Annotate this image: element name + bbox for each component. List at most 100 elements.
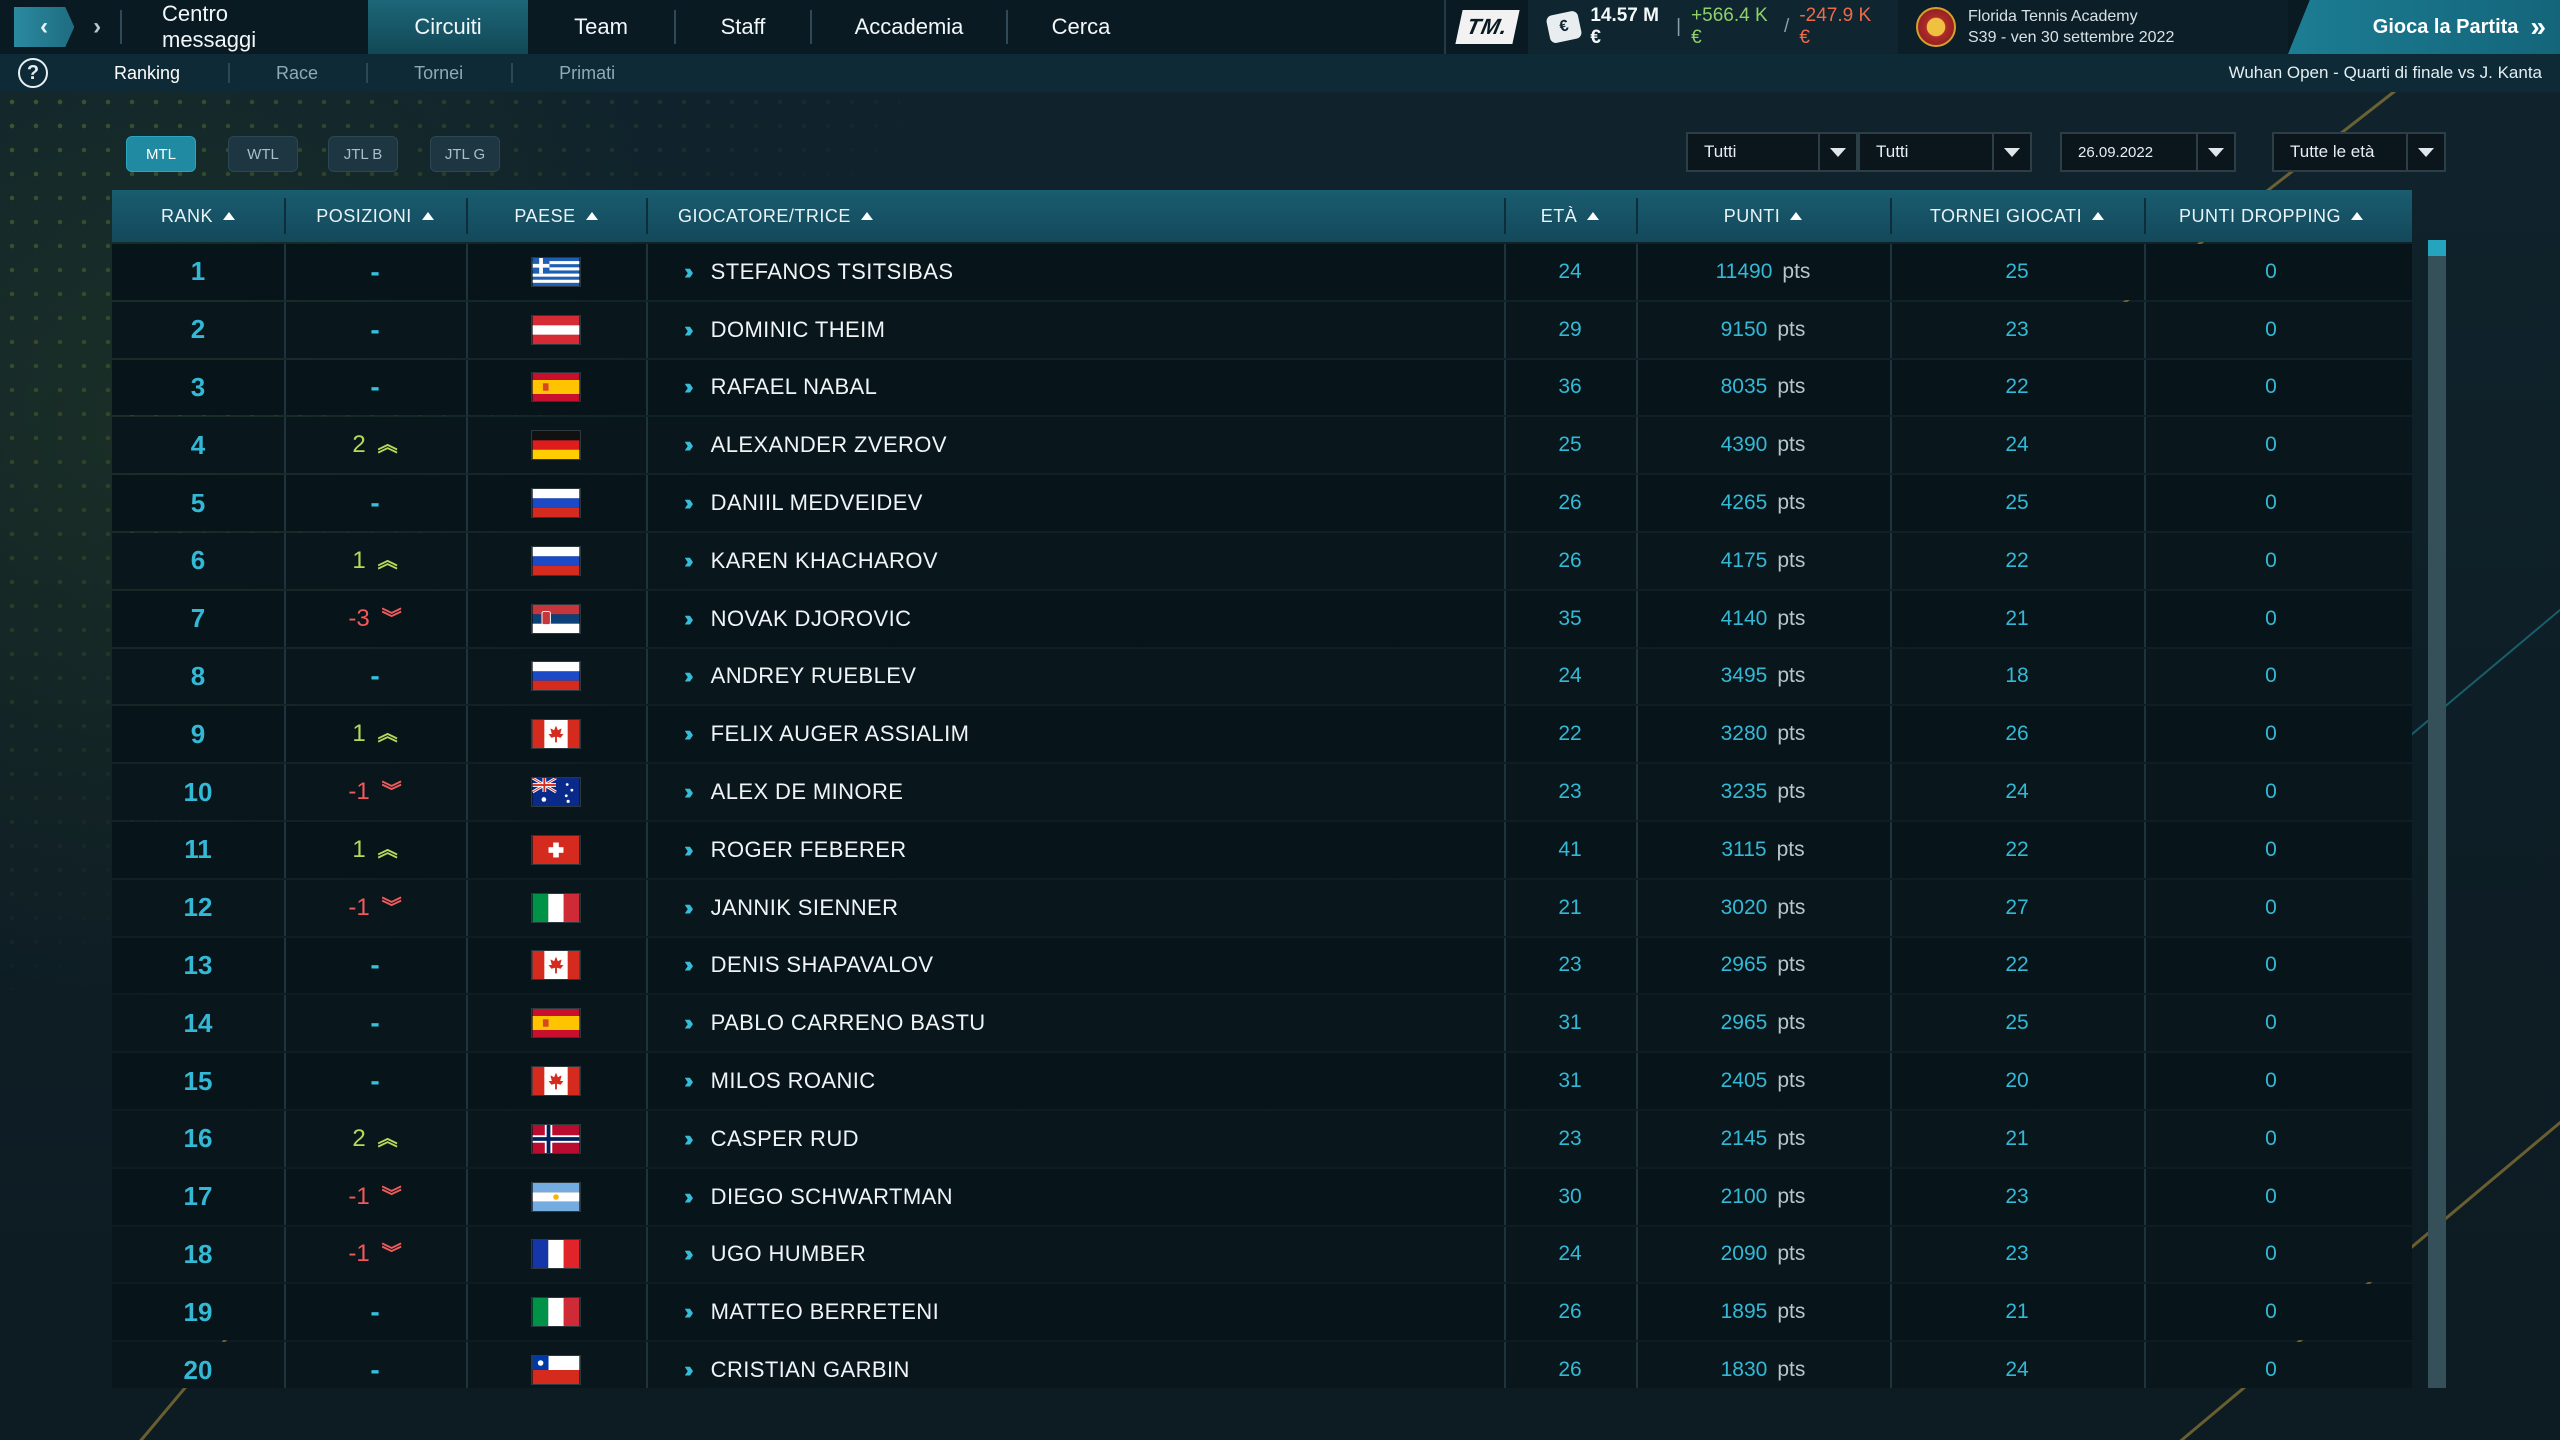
player-name[interactable]: CASPER RUD	[711, 1126, 859, 1152]
table-row[interactable]: 13 - ›› DENIS SHAPAVALOV 23 2965 pts 22 0	[112, 937, 2412, 994]
column-age[interactable]: ETÀ	[1504, 190, 1636, 242]
scrollbar-thumb[interactable]	[2428, 240, 2446, 256]
table-row[interactable]: 6 1 ︽ ›› KAREN KHACHAROV 26 4175 pts 22 0	[112, 532, 2412, 589]
player-cell[interactable]: ›› KAREN KHACHAROV	[646, 532, 1504, 589]
player-cell[interactable]: ›› MATTEO BERRETENI	[646, 1284, 1504, 1340]
player-cell[interactable]: ›› RAFAEL NABAL	[646, 359, 1504, 416]
filter-jtl-b[interactable]: JTL B	[328, 136, 398, 172]
double-chevron-right-icon[interactable]: ››	[684, 1010, 693, 1036]
double-chevron-right-icon[interactable]: ››	[684, 1357, 693, 1383]
double-chevron-right-icon[interactable]: ››	[684, 952, 693, 978]
player-cell[interactable]: ›› JANNIK SIENNER	[646, 879, 1504, 936]
table-row[interactable]: 20 - ›› CRISTIAN GARBIN 26 1830 pts 24 0	[112, 1342, 2412, 1388]
double-chevron-right-icon[interactable]: ››	[684, 548, 693, 574]
player-cell[interactable]: ›› ALEXANDER ZVEROV	[646, 417, 1504, 473]
double-chevron-right-icon[interactable]: ››	[684, 1241, 693, 1267]
next-match-info[interactable]: Wuhan Open - Quarti di finale vs J. Kant…	[2229, 63, 2560, 83]
tab-cerca[interactable]: Cerca	[1008, 0, 1154, 54]
player-name[interactable]: STEFANOS TSITSIBAS	[711, 259, 954, 285]
table-row[interactable]: 10 -1 ︾ ›› ALEX DE MINORE 23 3235 pts 24 0	[112, 764, 2412, 820]
player-name[interactable]: ROGER FEBERER	[711, 837, 907, 863]
player-cell[interactable]: ›› DENIS SHAPAVALOV	[646, 937, 1504, 994]
double-chevron-right-icon[interactable]: ››	[684, 374, 693, 400]
forward-button[interactable]: ›	[74, 7, 120, 47]
player-name[interactable]: ANDREY RUEBLEV	[711, 663, 917, 689]
player-cell[interactable]: ›› UGO HUMBER	[646, 1226, 1504, 1283]
table-row[interactable]: 7 -3 ︾ ›› NOVAK DJOROVIC 35 4140 pts 21 0	[112, 590, 2412, 647]
double-chevron-right-icon[interactable]: ››	[684, 1184, 693, 1210]
player-name[interactable]: JANNIK SIENNER	[711, 895, 899, 921]
player-name[interactable]: MATTEO BERRETENI	[711, 1299, 939, 1325]
table-row[interactable]: 8 - ›› ANDREY RUEBLEV 24 3495 pts 18 0	[112, 648, 2412, 705]
player-cell[interactable]: ›› ALEX DE MINORE	[646, 764, 1504, 820]
double-chevron-right-icon[interactable]: ››	[684, 1299, 693, 1325]
double-chevron-right-icon[interactable]: ››	[684, 1126, 693, 1152]
double-chevron-right-icon[interactable]: ››	[684, 721, 693, 747]
table-row[interactable]: 11 1 ︽ ›› ROGER FEBERER 41 3115 pts 22 0	[112, 821, 2412, 878]
tm-logo[interactable]: TM.	[1444, 0, 1528, 54]
tab-team[interactable]: Team	[528, 0, 674, 54]
double-chevron-right-icon[interactable]: ››	[684, 317, 693, 343]
player-cell[interactable]: ›› CASPER RUD	[646, 1110, 1504, 1167]
tab-staff[interactable]: Staff	[676, 0, 810, 54]
player-name[interactable]: RAFAEL NABAL	[711, 374, 878, 400]
column-positions[interactable]: POSIZIONI	[284, 190, 466, 242]
player-cell[interactable]: ›› DIEGO SCHWARTMAN	[646, 1168, 1504, 1225]
player-cell[interactable]: ›› FELIX AUGER ASSIALIM	[646, 706, 1504, 762]
player-name[interactable]: DANIIL MEDVEIDEV	[711, 490, 923, 516]
table-row[interactable]: 15 - ›› MILOS ROANIC 31 2405 pts 20 0	[112, 1053, 2412, 1109]
table-row[interactable]: 16 2 ︽ ›› CASPER RUD 23 2145 pts 21 0	[112, 1110, 2412, 1167]
player-cell[interactable]: ›› DANIIL MEDVEIDEV	[646, 475, 1504, 531]
country-filter-dropdown[interactable]: Tutti	[1686, 132, 1858, 172]
academy-info[interactable]: Florida Tennis Academy S39 - ven 30 sett…	[1898, 0, 2288, 54]
double-chevron-right-icon[interactable]: ››	[684, 895, 693, 921]
double-chevron-right-icon[interactable]: ››	[684, 259, 693, 285]
table-row[interactable]: 1 - ›› STEFANOS TSITSIBAS 24 11490 pts 25 0	[112, 244, 2412, 300]
player-name[interactable]: ALEX DE MINORE	[711, 779, 904, 805]
double-chevron-right-icon[interactable]: ››	[684, 606, 693, 632]
double-chevron-right-icon[interactable]: ››	[684, 837, 693, 863]
tab-ranking[interactable]: Ranking	[90, 54, 228, 92]
column-points[interactable]: PUNTI	[1636, 190, 1890, 242]
tab-primati[interactable]: Primati	[511, 54, 663, 92]
double-chevron-right-icon[interactable]: ››	[684, 490, 693, 516]
player-name[interactable]: DOMINIC THEIM	[711, 317, 886, 343]
player-name[interactable]: UGO HUMBER	[711, 1241, 867, 1267]
category-filter-dropdown[interactable]: Tutti	[1858, 132, 2032, 172]
table-scrollbar[interactable]	[2428, 240, 2446, 1388]
player-cell[interactable]: ›› NOVAK DJOROVIC	[646, 590, 1504, 647]
player-name[interactable]: PABLO CARRENO BASTU	[711, 1010, 986, 1036]
table-row[interactable]: 3 - ›› RAFAEL NABAL 36 8035 pts 22 0	[112, 359, 2412, 416]
table-row[interactable]: 4 2 ︽ ›› ALEXANDER ZVEROV 25 4390 pts 24 0	[112, 417, 2412, 474]
filter-wtl[interactable]: WTL	[228, 136, 298, 172]
player-cell[interactable]: ›› STEFANOS TSITSIBAS	[646, 244, 1504, 300]
double-chevron-right-icon[interactable]: ››	[684, 432, 693, 458]
player-name[interactable]: NOVAK DJOROVIC	[711, 606, 912, 632]
tab-centro-messaggi[interactable]: Centro messaggi	[122, 0, 368, 54]
column-dropping[interactable]: PUNTI DROPPING	[2144, 190, 2398, 242]
age-filter-dropdown[interactable]: Tutte le età	[2272, 132, 2446, 172]
tab-tornei[interactable]: Tornei	[366, 54, 511, 92]
player-cell[interactable]: ›› ROGER FEBERER	[646, 821, 1504, 878]
play-match-button[interactable]: Gioca la Partita »	[2288, 0, 2560, 54]
player-name[interactable]: CRISTIAN GARBIN	[711, 1357, 910, 1383]
player-cell[interactable]: ›› ANDREY RUEBLEV	[646, 648, 1504, 705]
table-row[interactable]: 5 - ›› DANIIL MEDVEIDEV 26 4265 pts 25 0	[112, 475, 2412, 531]
double-chevron-right-icon[interactable]: ››	[684, 1068, 693, 1094]
finances-summary[interactable]: € 14.57 M € | +566.4 K € / -247.9 K €	[1528, 0, 1898, 54]
tab-accademia[interactable]: Accademia	[812, 0, 1006, 54]
filter-mtl[interactable]: MTL	[126, 136, 196, 172]
player-cell[interactable]: ›› DOMINIC THEIM	[646, 301, 1504, 358]
column-player[interactable]: GIOCATORE/TRICE	[646, 190, 1504, 242]
column-country[interactable]: PAESE	[466, 190, 646, 242]
table-row[interactable]: 9 1 ︽ ›› FELIX AUGER ASSIALIM 22 3280 pts 26 0	[112, 706, 2412, 763]
player-cell[interactable]: ›› PABLO CARRENO BASTU	[646, 995, 1504, 1051]
table-row[interactable]: 2 - ›› DOMINIC THEIM 29 9150 pts 23 0	[112, 301, 2412, 358]
column-rank[interactable]: RANK	[112, 190, 284, 242]
table-row[interactable]: 19 - ›› MATTEO BERRETENI 26 1895 pts 21 0	[112, 1284, 2412, 1341]
player-name[interactable]: DIEGO SCHWARTMAN	[711, 1184, 953, 1210]
help-icon[interactable]: ?	[18, 58, 48, 88]
player-name[interactable]: MILOS ROANIC	[711, 1068, 876, 1094]
double-chevron-right-icon[interactable]: ››	[684, 779, 693, 805]
tab-race[interactable]: Race	[228, 54, 366, 92]
